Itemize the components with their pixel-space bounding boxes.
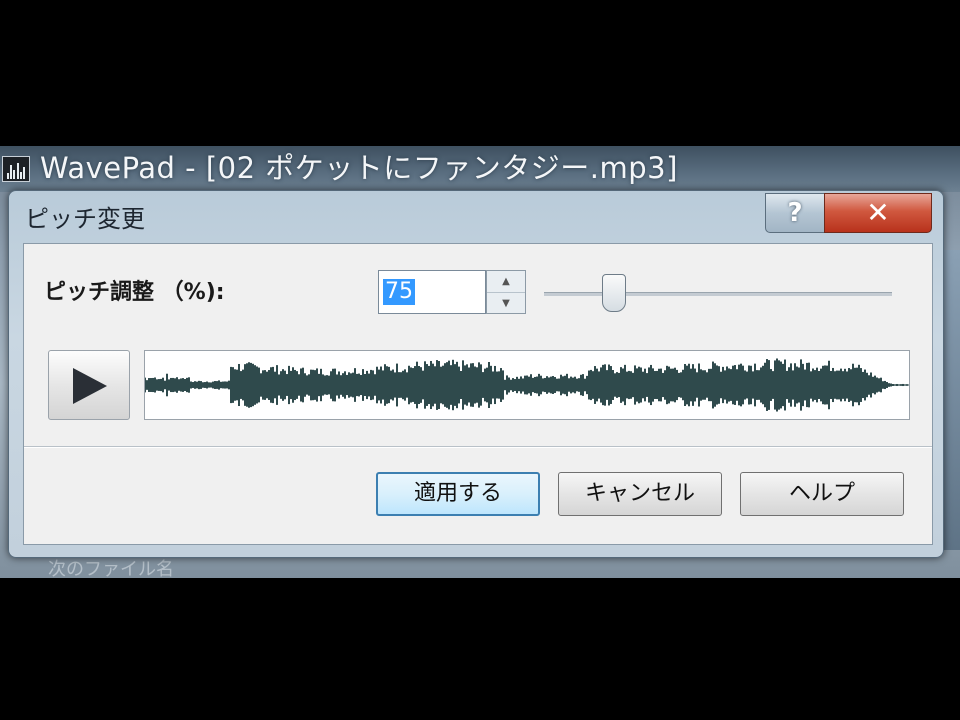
cancel-button[interactable]: キャンセル xyxy=(558,472,722,516)
waveform-graphic xyxy=(145,358,909,412)
pitch-slider-track[interactable] xyxy=(544,292,892,296)
divider xyxy=(24,446,932,448)
background-text: 次のファイル名 xyxy=(48,559,174,580)
play-icon xyxy=(73,368,107,404)
help-button[interactable]: ヘルプ xyxy=(740,472,904,516)
waveform-preview xyxy=(144,350,910,420)
play-button[interactable] xyxy=(48,350,130,420)
pitch-value: 75 xyxy=(383,279,415,305)
spin-down-button[interactable]: ▼ xyxy=(487,293,525,314)
dialog-title: ピッチ変更 xyxy=(25,205,145,233)
apply-button[interactable]: 適用する xyxy=(376,472,540,516)
waveform-app-icon xyxy=(2,156,30,182)
spin-up-button[interactable]: ▲ xyxy=(487,271,525,293)
pitch-spinner[interactable]: ▲ ▼ xyxy=(486,270,526,314)
pitch-label: ピッチ調整 （%): xyxy=(44,280,225,305)
title-help-button[interactable]: ? xyxy=(765,193,825,233)
dialog-client-area: ピッチ調整 （%): 75 ▲ ▼ 適用する キャンセル ヘルプ xyxy=(23,243,933,545)
pitch-slider-thumb[interactable] xyxy=(602,274,626,312)
app-title: WavePad - [02 ポケットにファンタジー.mp3] xyxy=(40,151,678,185)
close-button[interactable]: ✕ xyxy=(824,193,932,233)
pitch-change-dialog: ピッチ変更 ? ✕ ピッチ調整 （%): 75 ▲ ▼ 適用する キャンセル ヘ… xyxy=(8,190,944,558)
pitch-input[interactable]: 75 xyxy=(378,270,486,314)
